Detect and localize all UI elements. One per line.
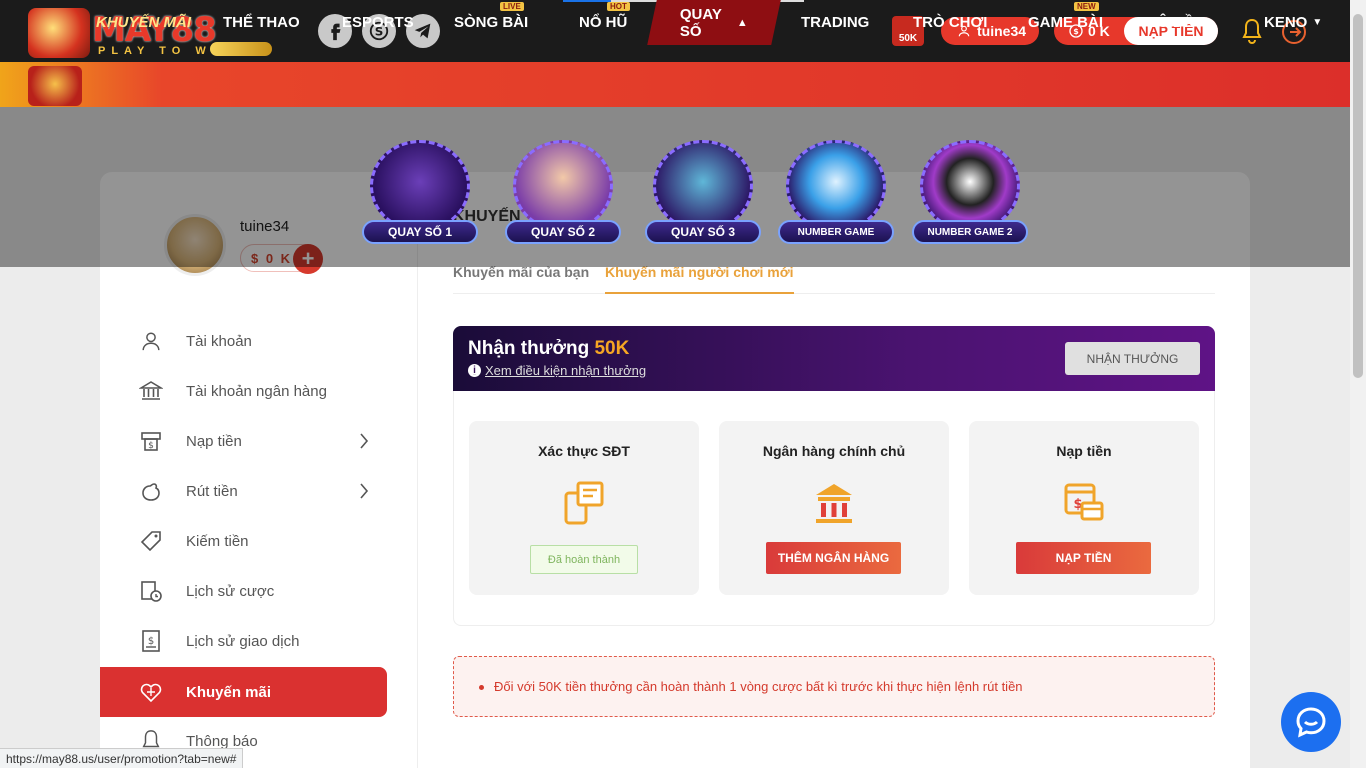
tab-your-promotions[interactable]: Khuyến mãi của bạn bbox=[453, 264, 589, 294]
sidebar-item-earn[interactable]: Kiếm tiền bbox=[100, 516, 387, 566]
game-quay-so-3[interactable]: QUAY SỐ 3 bbox=[645, 138, 761, 246]
hot-badge: HOT bbox=[607, 2, 630, 11]
svg-text:$: $ bbox=[148, 636, 154, 647]
live-chat-button[interactable] bbox=[1281, 692, 1341, 752]
nav-game-bai[interactable]: GAME BÀI NEW bbox=[1028, 0, 1103, 45]
main-nav bbox=[0, 62, 1350, 107]
tag-icon bbox=[138, 528, 164, 554]
scrollbar-thumb[interactable] bbox=[1353, 14, 1363, 378]
game-label: NUMBER GAME bbox=[778, 220, 894, 244]
user-icon bbox=[138, 328, 164, 354]
promo-gift-icon bbox=[28, 66, 82, 106]
sidebar-item-bet-history[interactable]: Lịch sử cược bbox=[100, 566, 387, 616]
nav-no-hu[interactable]: NỔ HŨ HOT bbox=[579, 0, 630, 45]
svg-text:$: $ bbox=[148, 441, 154, 451]
race-car-dice-icon bbox=[370, 140, 470, 232]
reward-amount: 50K bbox=[594, 338, 630, 359]
nav-quay-so[interactable]: QUAY SỐ ▲ bbox=[647, 0, 781, 45]
heart-gift-icon bbox=[138, 679, 164, 705]
nav-lo-de[interactable]: LÔ ĐỀ ▼ bbox=[1148, 0, 1209, 45]
add-bank-button[interactable]: THÊM NGÂN HÀNG bbox=[766, 542, 901, 574]
link-status-bar: https://may88.us/user/promotion?tab=new# bbox=[0, 748, 244, 768]
live-badge: LIVE bbox=[500, 2, 524, 11]
nav-song-bai[interactable]: SÒNG BÀI LIVE bbox=[454, 0, 528, 45]
nav-esports[interactable]: ESPORTS bbox=[342, 0, 414, 45]
bet-history-icon bbox=[138, 578, 164, 604]
claim-reward-button[interactable]: NHẬN THƯỞNG bbox=[1065, 342, 1200, 375]
game-label: QUAY SỐ 1 bbox=[362, 220, 478, 244]
game-number-game-2[interactable]: NUMBER GAME 2 bbox=[912, 138, 1028, 246]
game-quay-so-2[interactable]: QUAY SỐ 2 bbox=[505, 138, 621, 246]
nav-trading[interactable]: TRADING bbox=[801, 0, 869, 45]
sidebar-item-deposit[interactable]: $ Nạp tiền bbox=[100, 416, 387, 466]
bank-icon bbox=[138, 378, 164, 404]
game-quay-so-1[interactable]: QUAY SỐ 1 bbox=[362, 138, 478, 246]
chevron-up-icon: ▲ bbox=[737, 16, 748, 29]
page-scrollbar[interactable] bbox=[1350, 0, 1366, 768]
game-label: QUAY SỐ 2 bbox=[505, 220, 621, 244]
reward-conditions-link[interactable]: i Xem điều kiện nhận thưởng bbox=[468, 363, 646, 378]
promo-tabs: Khuyến mãi của bạn Khuyến mãi người chơi… bbox=[453, 264, 1215, 294]
step-title: Ngân hàng chính chủ bbox=[762, 443, 906, 459]
chevron-right-icon bbox=[360, 483, 369, 499]
info-icon: i bbox=[468, 364, 481, 377]
game-label: NUMBER GAME 2 bbox=[912, 220, 1028, 244]
deposit-now-button[interactable]: NẠP TIỀN bbox=[1016, 542, 1151, 574]
billiard-balls-icon bbox=[920, 140, 1020, 232]
game-label: QUAY SỐ 3 bbox=[645, 220, 761, 244]
deposit-card-icon: $ bbox=[1064, 483, 1104, 521]
sidebar-item-account[interactable]: Tài khoản bbox=[100, 316, 387, 366]
step-verify-phone: Xác thực SĐT Đã hoàn thành bbox=[469, 421, 699, 595]
nav-khuyen-mai[interactable]: KHUYẾN MÃI bbox=[96, 0, 191, 45]
step-deposit: Nạp tiền $ NẠP TIỀN bbox=[969, 421, 1199, 595]
sidebar-item-transaction-history[interactable]: $ Lịch sử giao dịch bbox=[100, 616, 387, 666]
chevron-right-icon bbox=[360, 433, 369, 449]
tab-new-player-promotions[interactable]: Khuyến mãi người chơi mới bbox=[605, 264, 794, 294]
lottery-balls-icon bbox=[786, 140, 886, 232]
promo-note-text: Đối với 50K tiền thưởng cần hoàn thành 1… bbox=[494, 679, 1023, 694]
reward-banner: Nhận thưởng 50K i Xem điều kiện nhận thư… bbox=[453, 326, 1215, 391]
promo-note: Đối với 50K tiền thưởng cần hoàn thành 1… bbox=[453, 656, 1215, 717]
sidebar-item-withdraw[interactable]: Rút tiền bbox=[100, 466, 387, 516]
step-bank-account: Ngân hàng chính chủ THÊM NGÂN HÀNG bbox=[719, 421, 949, 595]
chat-bubble-icon bbox=[1296, 707, 1326, 738]
phone-verify-icon bbox=[564, 481, 604, 525]
mascot-logo-icon bbox=[28, 8, 90, 58]
chevron-down-icon: ▼ bbox=[1312, 17, 1323, 28]
chevron-down-icon: ▼ bbox=[1198, 17, 1209, 28]
step-title: Xác thực SĐT bbox=[538, 443, 630, 459]
notification-bell-icon[interactable] bbox=[1240, 18, 1264, 44]
reward-title: Nhận thưởng 50K bbox=[468, 338, 630, 359]
nav-tro-choi[interactable]: TRÒ CHƠI bbox=[913, 0, 987, 45]
step-title: Nạp tiền bbox=[1056, 443, 1112, 459]
nav-keno[interactable]: KENO ▼ bbox=[1264, 0, 1322, 45]
nav-the-thao[interactable]: THỂ THAO bbox=[223, 0, 300, 45]
game-number-game[interactable]: NUMBER GAME bbox=[778, 138, 894, 246]
step-completed-status: Đã hoàn thành bbox=[530, 545, 638, 574]
bank-building-icon bbox=[816, 484, 852, 523]
transaction-icon: $ bbox=[138, 628, 164, 654]
new-badge: NEW bbox=[1074, 2, 1099, 11]
withdraw-icon bbox=[138, 478, 164, 504]
sidebar-item-bank-account[interactable]: Tài khoản ngân hàng bbox=[100, 366, 387, 416]
dice-cubes-icon bbox=[653, 140, 753, 232]
sidebar-item-promotions[interactable]: Khuyến mãi bbox=[100, 667, 387, 717]
deposit-icon: $ bbox=[138, 428, 164, 454]
dealers-icon bbox=[513, 140, 613, 232]
bullet-dot bbox=[479, 685, 484, 690]
